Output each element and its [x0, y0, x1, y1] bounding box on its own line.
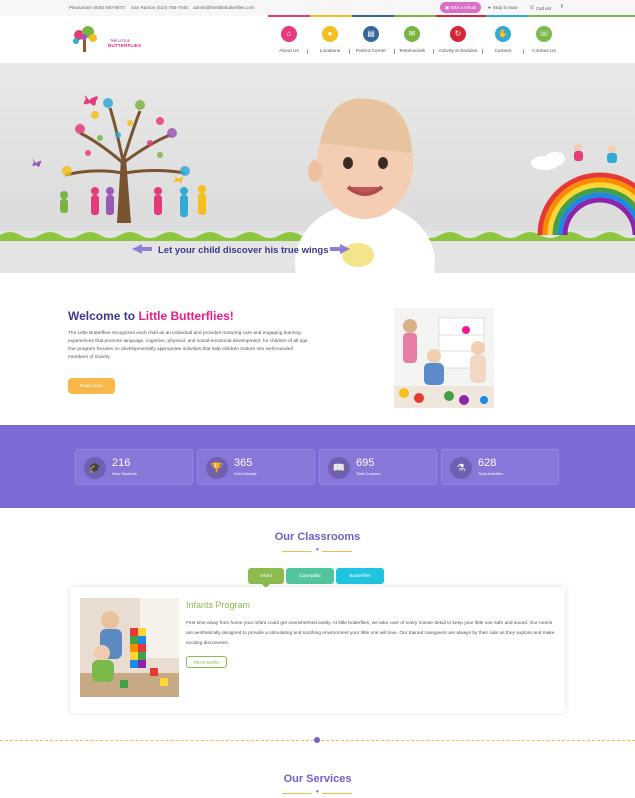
camera-icon: ▣ [444, 4, 450, 10]
welcome-title: Welcome to Little Butterflies! [68, 309, 234, 323]
classroom-photo [80, 598, 179, 697]
heart-icon: ♥ [316, 547, 319, 553]
handshake-icon: ✋ [495, 26, 511, 42]
title-divider [282, 793, 312, 794]
hero-banner: Let your child discover his true wings [0, 63, 635, 273]
welcome-photo [394, 308, 494, 408]
graduation-cap-icon: 🎓 [84, 457, 106, 479]
email-link[interactable]: admin@thelittlebutterflies.com [193, 5, 255, 10]
stat-value: 628 [478, 457, 497, 469]
stat-gold-medals: 🏆 365 Gold Medals [197, 449, 315, 485]
stat-total-courses: 📖 695 Total Courses [319, 449, 437, 485]
heart-icon: ♥ [316, 789, 319, 795]
title-divider [322, 551, 352, 552]
classroom-card: Infants Program First time away from hom… [70, 587, 565, 713]
schedule-icon: ↻ [450, 26, 466, 42]
tab-butterflies[interactable]: Butterflies [336, 568, 384, 584]
phone-icon: ✆ [530, 5, 534, 10]
nav-contact-us[interactable]: ☏ Contact Us [519, 26, 569, 54]
book-icon: 📖 [328, 457, 350, 479]
read-more-button[interactable]: Read more [68, 378, 115, 394]
building-icon: ⌂ [281, 26, 297, 42]
logo-tree-icon [73, 26, 97, 52]
stat-label: Total Courses [356, 471, 381, 476]
phone-sanramon[interactable]: San Ramon (510) 755-7046 [131, 5, 188, 10]
program-description: First time away from home your infant co… [186, 621, 555, 646]
nav-testimonials[interactable]: ✉ Testimonials [387, 26, 437, 54]
stat-label: Total Activities [478, 471, 504, 476]
stat-label: Gold Medals [234, 471, 257, 476]
stats-band: 🎓 216 New Students 🏆 365 Gold Medals 📖 6… [0, 425, 635, 508]
read-more-button[interactable]: READ MORE [186, 656, 227, 668]
stat-value: 695 [356, 457, 375, 469]
title-divider [282, 551, 312, 552]
stat-value: 216 [112, 457, 131, 469]
contact-icon: ☏ [536, 26, 552, 42]
welcome-text: The Little Butterflies recognizes each c… [68, 331, 309, 360]
services-title: Our Services [283, 773, 352, 785]
map-pin-icon: ● [322, 26, 338, 42]
logo-text-line2: BUTTERFLIES [108, 43, 142, 48]
divider-dot [314, 737, 320, 743]
chat-bubble-icon: ✉ [404, 26, 420, 42]
site-header: THE LITTLE BUTTERFLIES ⌂ About Us ● Loca… [0, 17, 635, 63]
phone-pleasanton[interactable]: Pleasanton (925) 940-8870 [69, 5, 125, 10]
hero-caption: Let your child discover his true wings [158, 245, 329, 256]
hero-illustration [0, 95, 635, 273]
virtual-tour-button[interactable]: ▣ Take a Virtual [440, 2, 481, 13]
call-us-link[interactable]: ✆ Call us! [530, 5, 551, 11]
site-logo[interactable]: THE LITTLE BUTTERFLIES [70, 25, 141, 55]
book-icon: ▤ [363, 26, 379, 42]
location-icon: ● [488, 5, 491, 10]
classrooms-title: Our Classrooms [274, 531, 361, 543]
tab-caterpillar[interactable]: Caterpillar [286, 568, 334, 584]
nav-activity-schedules[interactable]: ↻ Activity Schedules [433, 26, 483, 54]
flask-icon: ⚗ [450, 457, 472, 479]
program-title: Infants Program [186, 600, 251, 610]
stat-total-activities: ⚗ 628 Total Activities [441, 449, 559, 485]
tab-infant[interactable]: Infant [248, 568, 284, 584]
facebook-icon[interactable]: f [561, 4, 563, 10]
stat-new-students: 🎓 216 New Students [75, 449, 193, 485]
stat-label: New Students [112, 471, 137, 476]
trophy-icon: 🏆 [206, 457, 228, 479]
stat-value: 365 [234, 457, 253, 469]
title-divider [322, 793, 352, 794]
top-bar: Pleasanton (925) 940-8870 San Ramon (510… [0, 0, 635, 16]
stop-by-link[interactable]: ● Stop in Now [488, 5, 518, 10]
